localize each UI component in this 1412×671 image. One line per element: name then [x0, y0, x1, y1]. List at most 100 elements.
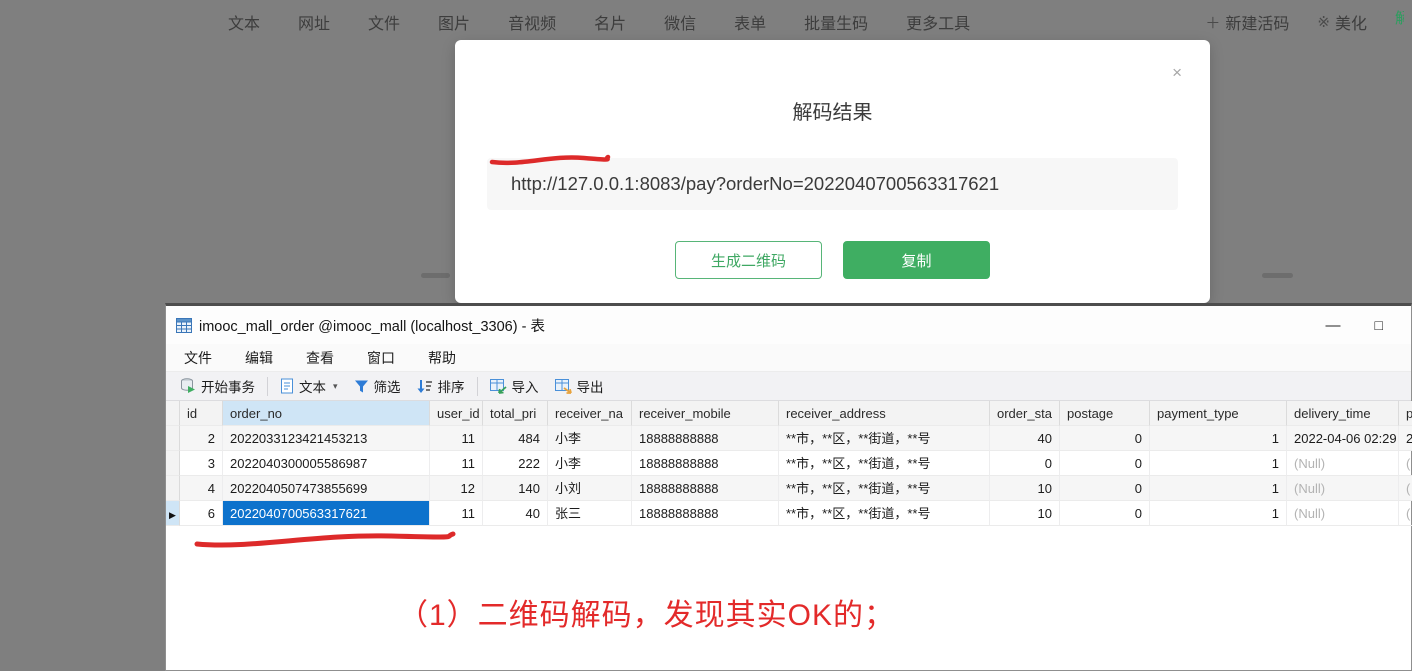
nav-tab-file[interactable]: 文件 [368, 10, 400, 34]
clipped-edge-tab[interactable]: 解 [1395, 7, 1404, 37]
cell-receiver-mobile[interactable]: 18888888888 [632, 426, 779, 451]
cell-clipped[interactable]: ( [1399, 476, 1412, 501]
cell-clipped[interactable]: ( [1399, 451, 1412, 476]
cell-order-no[interactable]: 2022040300005586987 [223, 451, 430, 476]
cell-id[interactable]: 4 [180, 476, 223, 501]
export-button[interactable]: 导出 [547, 376, 612, 396]
cell-user-id[interactable]: 12 [430, 476, 483, 501]
col-header-total-price[interactable]: total_pri [483, 401, 548, 426]
cell-receiver-mobile[interactable]: 18888888888 [632, 476, 779, 501]
cell-receiver-name[interactable]: 小李 [548, 451, 632, 476]
cell-receiver-mobile[interactable]: 18888888888 [632, 501, 779, 526]
cell-receiver-mobile[interactable]: 18888888888 [632, 451, 779, 476]
cell-order-no[interactable]: 2022033123421453213 [223, 426, 430, 451]
cell-receiver-address[interactable]: **市，**区，**街道，**号 [779, 426, 990, 451]
row-gutter[interactable] [166, 476, 180, 501]
col-header-receiver-name[interactable]: receiver_na [548, 401, 632, 426]
cell-id[interactable]: 3 [180, 451, 223, 476]
cell-receiver-address[interactable]: **市，**区，**街道，**号 [779, 476, 990, 501]
cell-order-status[interactable]: 40 [990, 426, 1060, 451]
col-header-receiver-address[interactable]: receiver_address [779, 401, 990, 426]
cell-receiver-address[interactable]: **市，**区，**街道，**号 [779, 501, 990, 526]
cell-postage[interactable]: 0 [1060, 426, 1150, 451]
cell-user-id[interactable]: 11 [430, 501, 483, 526]
cell-postage[interactable]: 0 [1060, 476, 1150, 501]
filter-button[interactable]: 筛选 [346, 376, 409, 396]
nav-tab-media[interactable]: 音视频 [508, 10, 556, 34]
cell-id[interactable]: 6 [180, 501, 223, 526]
begin-transaction-button[interactable]: 开始事务 [172, 376, 263, 396]
generate-qr-button[interactable]: 生成二维码 [675, 241, 822, 279]
nav-tab-batch-code[interactable]: 批量生码 [804, 10, 868, 34]
col-header-order-no[interactable]: order_no [223, 401, 430, 426]
row-gutter[interactable] [166, 426, 180, 451]
col-header-id[interactable]: id [180, 401, 223, 426]
col-header-user-id[interactable]: user_id [430, 401, 483, 426]
cell-receiver-name[interactable]: 张三 [548, 501, 632, 526]
col-header-postage[interactable]: postage [1060, 401, 1150, 426]
cell-postage[interactable]: 0 [1060, 451, 1150, 476]
cell-order-status[interactable]: 10 [990, 476, 1060, 501]
cell-payment-type[interactable]: 1 [1150, 426, 1287, 451]
maximize-icon[interactable]: □ [1375, 318, 1383, 332]
cell-user-id[interactable]: 11 [430, 451, 483, 476]
cell-order-no[interactable]: 2022040507473855699 [223, 476, 430, 501]
transaction-db-icon [181, 378, 195, 393]
cell-total-price[interactable]: 484 [483, 426, 548, 451]
cell-clipped[interactable]: ( [1399, 501, 1412, 526]
cell-total-price[interactable]: 40 [483, 501, 548, 526]
cell-delivery-time[interactable]: 2022-04-06 02:29 [1287, 426, 1399, 451]
decoded-url-field[interactable]: http://127.0.0.1:8083/pay?orderNo=202204… [487, 158, 1178, 210]
cell-order-status[interactable]: 0 [990, 451, 1060, 476]
text-view-button[interactable]: 文本 ▾ [272, 376, 346, 396]
menu-window[interactable]: 窗口 [367, 348, 395, 368]
nav-tab-more-tools[interactable]: 更多工具 [906, 10, 970, 34]
sort-button[interactable]: 排序 [409, 376, 473, 396]
col-header-payment-type[interactable]: payment_type [1150, 401, 1287, 426]
close-icon[interactable]: × [1172, 64, 1182, 81]
cell-receiver-name[interactable]: 小刘 [548, 476, 632, 501]
col-header-clipped[interactable]: p [1399, 401, 1412, 426]
nav-tab-text[interactable]: 文本 [228, 10, 260, 34]
menu-file[interactable]: 文件 [184, 348, 212, 368]
cell-total-price[interactable]: 222 [483, 451, 548, 476]
window-titlebar[interactable]: imooc_mall_order @imooc_mall (localhost_… [166, 306, 1411, 344]
row-gutter[interactable] [166, 451, 180, 476]
nav-tab-card[interactable]: 名片 [594, 10, 626, 34]
col-header-receiver-mobile[interactable]: receiver_mobile [632, 401, 779, 426]
cell-user-id[interactable]: 11 [430, 426, 483, 451]
col-header-delivery-time[interactable]: delivery_time [1287, 401, 1399, 426]
sort-icon [417, 379, 432, 393]
minimize-icon[interactable]: — [1326, 318, 1341, 333]
menu-view[interactable]: 查看 [306, 348, 334, 368]
menu-edit[interactable]: 编辑 [245, 348, 273, 368]
cell-postage[interactable]: 0 [1060, 501, 1150, 526]
nav-tab-image[interactable]: 图片 [438, 10, 470, 34]
cell-delivery-time[interactable]: (Null) [1287, 451, 1399, 476]
copy-button[interactable]: 复制 [843, 241, 990, 279]
cell-payment-type[interactable]: 1 [1150, 501, 1287, 526]
decode-result-modal: × 解码结果 http://127.0.0.1:8083/pay?orderNo… [455, 40, 1210, 303]
cell-clipped[interactable]: 2 [1399, 426, 1412, 451]
table-grid-icon [176, 317, 192, 333]
cell-id[interactable]: 2 [180, 426, 223, 451]
beautify-button[interactable]: ※ 美化 [1317, 10, 1367, 34]
cell-payment-type[interactable]: 1 [1150, 476, 1287, 501]
cell-delivery-time[interactable]: (Null) [1287, 501, 1399, 526]
import-button[interactable]: 导入 [482, 376, 547, 396]
nav-tab-url[interactable]: 网址 [298, 10, 330, 34]
cell-receiver-address[interactable]: **市，**区，**街道，**号 [779, 451, 990, 476]
table-row: 2 2022033123421453213 11 484 小李 18888888… [166, 426, 1412, 451]
col-header-order-status[interactable]: order_sta [990, 401, 1060, 426]
cell-payment-type[interactable]: 1 [1150, 451, 1287, 476]
nav-tab-wechat[interactable]: 微信 [664, 10, 696, 34]
new-live-code-button[interactable]: ＋ 新建活码 [1205, 10, 1289, 34]
cell-order-status[interactable]: 10 [990, 501, 1060, 526]
cell-order-no-selected[interactable]: 2022040700563317621 [223, 501, 430, 526]
menu-help[interactable]: 帮助 [428, 348, 456, 368]
cell-receiver-name[interactable]: 小李 [548, 426, 632, 451]
nav-tab-form[interactable]: 表单 [734, 10, 766, 34]
cell-delivery-time[interactable]: (Null) [1287, 476, 1399, 501]
row-gutter-current[interactable]: ▶ [166, 501, 180, 526]
cell-total-price[interactable]: 140 [483, 476, 548, 501]
